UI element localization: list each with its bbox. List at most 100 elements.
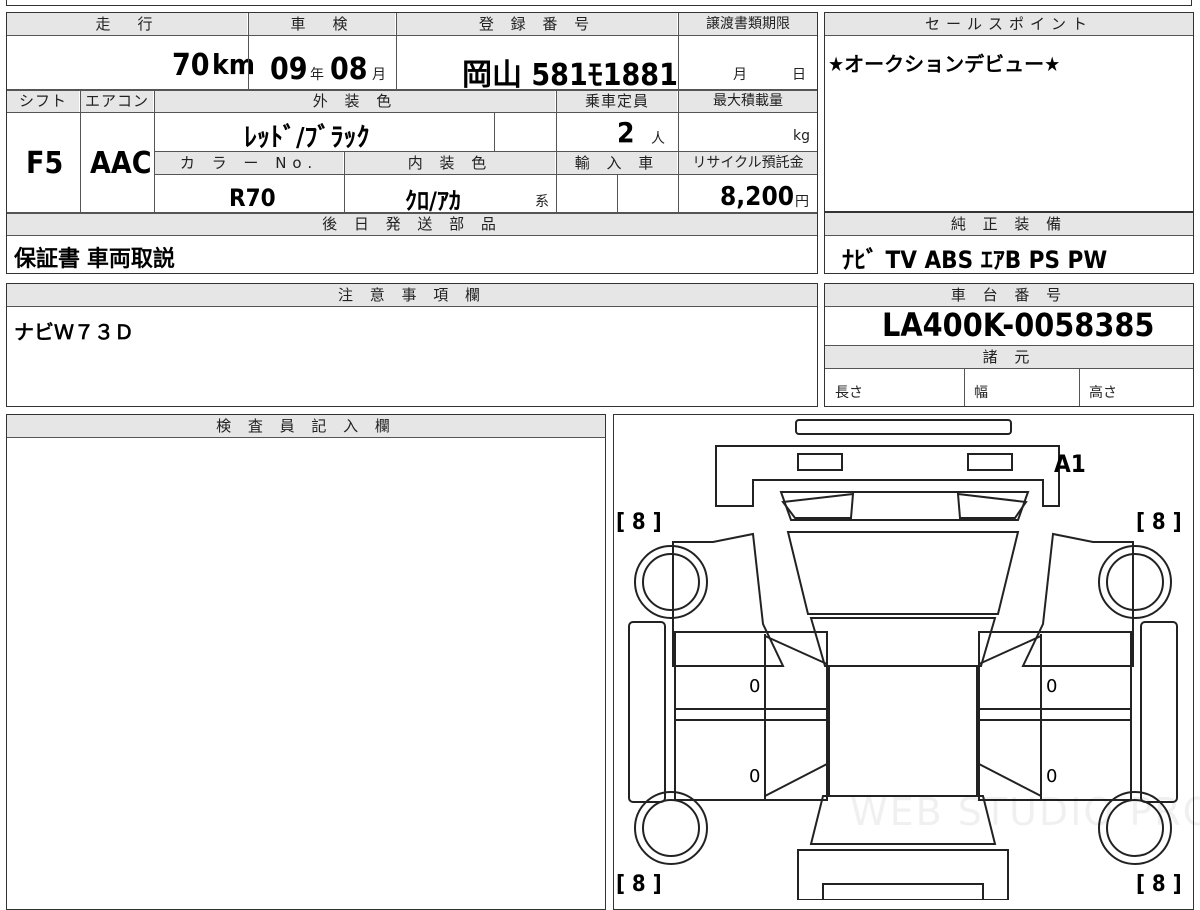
aircon-header: エアコン: [81, 90, 153, 112]
headlight-right: [967, 453, 1013, 471]
right-rear-door: [978, 719, 1132, 801]
headlight-left: [797, 453, 843, 471]
grid-line: [155, 151, 817, 152]
mileage-value: 70: [172, 48, 210, 83]
shift-value: F5: [26, 146, 64, 181]
roof: [828, 665, 978, 797]
grid-line: [825, 35, 1193, 36]
max-load-header: 最大積載量: [679, 90, 817, 112]
right-sill: [1140, 621, 1178, 803]
wheel-front-right: [1098, 545, 1172, 619]
capacity-header: 乗車定員: [557, 90, 677, 112]
grid-line: [396, 13, 397, 89]
registration-header: 登 録 番 号: [397, 13, 677, 35]
grid-line: [617, 175, 618, 212]
exterior-color-header: 外 装 色: [155, 90, 555, 112]
notes-text: ナビＷ７３Ｄ: [14, 320, 134, 344]
grid-line: [678, 13, 679, 89]
grid-line: [7, 112, 817, 113]
spec-width-label: 幅: [974, 385, 988, 401]
grid-line: [825, 368, 1193, 369]
grille: [779, 491, 1030, 521]
panel-left-rear-value: 0: [749, 766, 761, 787]
import-header: 輸 入 車: [557, 152, 677, 174]
inspector-block: [6, 414, 606, 910]
color-no-header: カ ラ ー No.: [155, 152, 343, 174]
interior-color-header: 内 装 色: [345, 152, 555, 174]
front-bumper: [795, 419, 1012, 435]
specs-header: 諸 元: [825, 346, 1193, 368]
grid-line: [556, 90, 557, 212]
recycle-unit: 円: [795, 194, 809, 210]
transfer-month-unit: 月: [733, 67, 747, 83]
month-unit: 月: [372, 67, 386, 83]
grid-line: [825, 345, 1193, 346]
capacity-value: 2: [617, 116, 635, 149]
grid-line: [1079, 369, 1080, 406]
exterior-color-value: ﾚｯﾄﾞ/ﾌﾞﾗｯｸ: [244, 123, 370, 153]
left-sill: [628, 621, 666, 803]
sales-point-text: ★オークションデビュー★: [828, 52, 1061, 76]
grid-line: [7, 437, 605, 438]
cargo-bed: [797, 849, 1009, 900]
notes-header: 注 意 事 項 欄: [7, 284, 817, 306]
equipment-header: 純 正 装 備: [825, 213, 1193, 235]
chassis-number: LA400K-0058385: [882, 306, 1155, 344]
wheel-front-left: [634, 545, 708, 619]
year-unit: 年: [310, 67, 324, 83]
later-parts-value: 保証書 車両取説: [14, 247, 175, 272]
shift-header: シフト: [7, 90, 79, 112]
grid-line: [7, 306, 817, 307]
inspection-month: 08: [330, 52, 368, 87]
max-load-unit: kg: [793, 128, 810, 144]
registration-number: 岡山 581ﾓ1881: [462, 58, 678, 93]
inspection-year: 09: [270, 52, 308, 87]
grid-line: [7, 89, 817, 91]
panel-right-front-value: 0: [1046, 676, 1058, 697]
grid-line: [80, 90, 81, 212]
grid-line: [7, 35, 817, 36]
hood: [786, 531, 1020, 615]
grid-line: [155, 174, 817, 175]
recycle-value: 8,200: [720, 182, 794, 212]
grid-line: [7, 212, 817, 214]
tread-front-right: [ 8 ]: [1136, 510, 1182, 535]
color-no-value: R70: [229, 184, 276, 212]
grid-line: [825, 235, 1193, 236]
grid-line: [248, 13, 249, 89]
panel-left-front-value: 0: [749, 676, 761, 697]
spec-height-label: 高さ: [1089, 385, 1117, 401]
spec-length-label: 長さ: [835, 385, 863, 401]
interior-color-value: ｸﾛ/ｱｶ: [405, 187, 461, 215]
mileage-header: 走 行: [7, 13, 247, 35]
inspector-header: 検 査 員 記 入 欄: [7, 415, 605, 437]
grid-line: [7, 235, 817, 236]
right-front-fender: [1021, 532, 1134, 667]
chassis-header: 車 台 番 号: [825, 284, 1193, 306]
aircon-value: AAC: [90, 146, 152, 181]
watermark: WEB STUDIO PRO: [850, 790, 1200, 834]
inspection-header: 車 検: [249, 13, 395, 35]
recycle-header: リサイクル預託金: [679, 152, 817, 174]
tread-rear-right: [ 8 ]: [1136, 872, 1182, 897]
wheel-rear-left: [634, 791, 708, 865]
equipment-value: ﾅﾋﾞ TV ABS ｴｱB PS PW: [842, 246, 1108, 274]
windshield: [809, 617, 997, 667]
grid-line: [494, 112, 495, 151]
top-cropped-row: [6, 0, 1192, 6]
later-parts-header: 後 日 発 送 部 品: [7, 213, 817, 235]
tread-rear-left: [ 8 ]: [616, 872, 662, 897]
panel-right-rear-value: 0: [1046, 766, 1058, 787]
capacity-unit: 人: [651, 131, 665, 147]
grid-line: [678, 90, 679, 212]
tread-front-left: [ 8 ]: [616, 510, 662, 535]
grade-label: A1: [1054, 450, 1086, 478]
interior-suffix: 系: [535, 194, 549, 210]
grid-line: [964, 369, 965, 406]
left-front-fender: [672, 532, 785, 667]
transfer-day-unit: 日: [792, 67, 806, 83]
transfer-deadline-header: 譲渡書類期限: [679, 13, 817, 35]
sales-point-block: [824, 12, 1194, 212]
grid-line: [154, 90, 155, 212]
sales-point-header: セールスポイント: [825, 13, 1193, 35]
